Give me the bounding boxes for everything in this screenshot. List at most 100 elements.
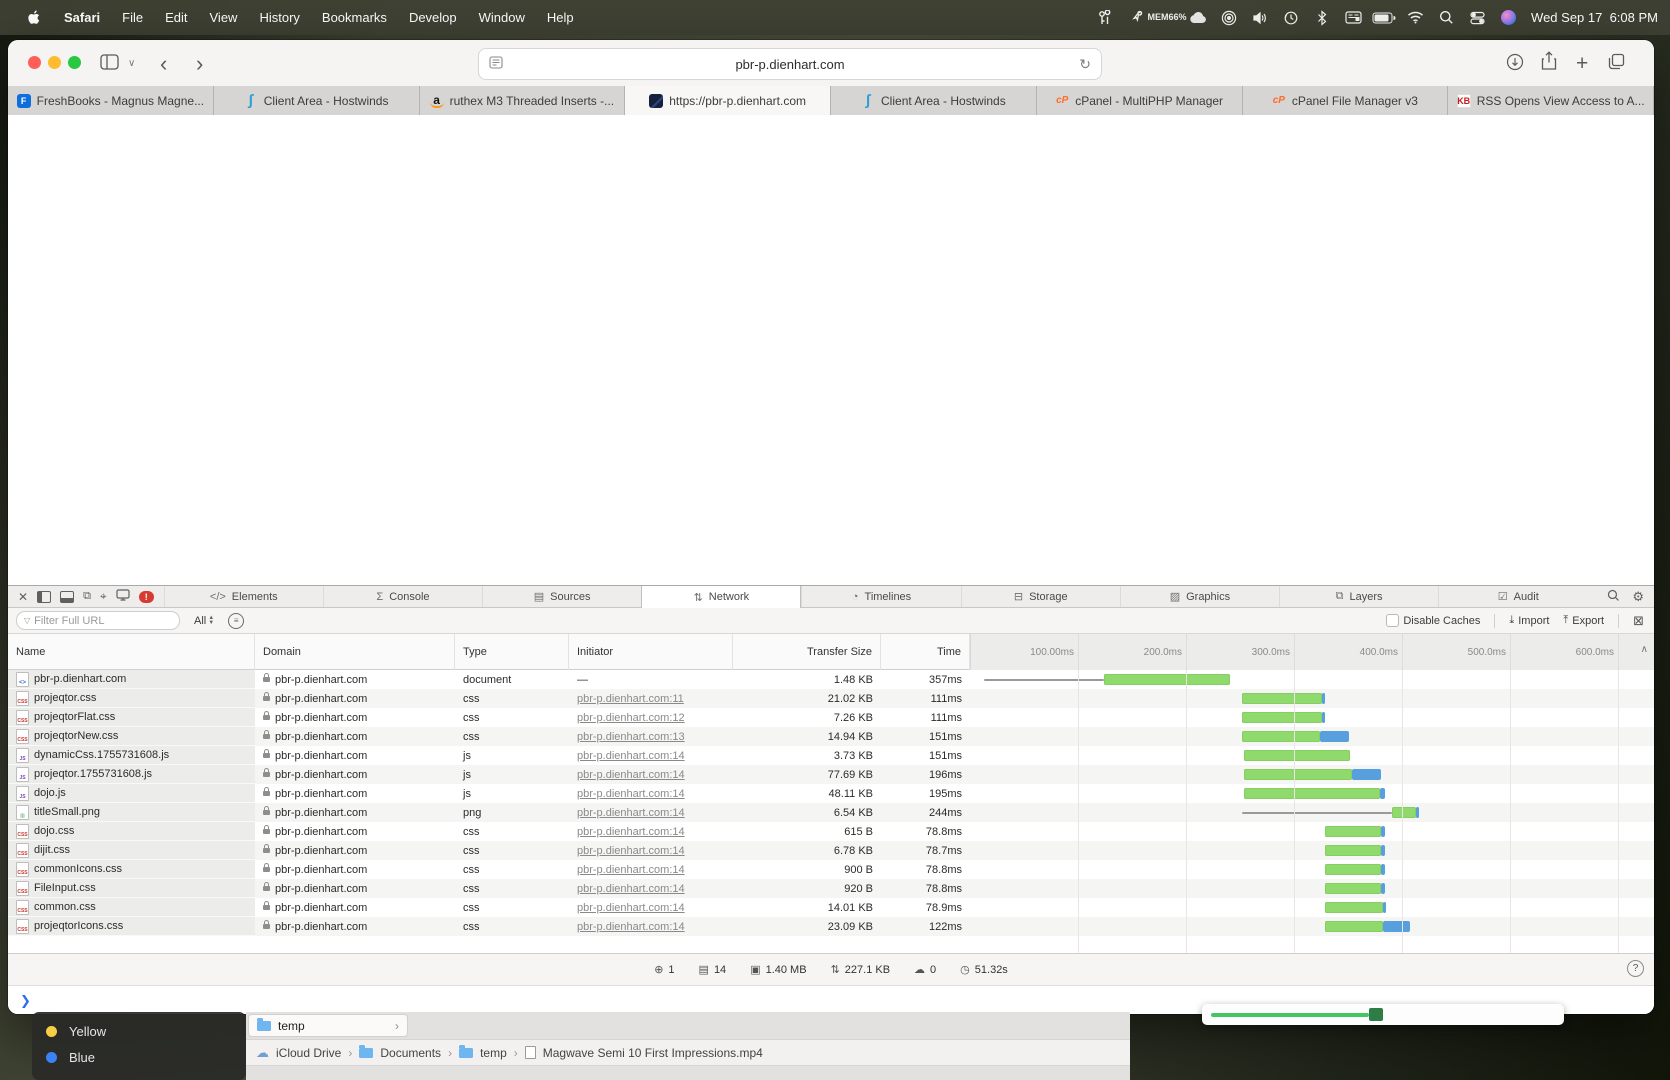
- inspector-settings-gear-icon[interactable]: ⚙: [1632, 589, 1644, 605]
- downloads-button[interactable]: [1506, 53, 1524, 71]
- address-bar[interactable]: pbr-p.dienhart.com ↻: [478, 48, 1102, 80]
- battery-icon[interactable]: [1372, 7, 1396, 29]
- breadcrumb-item[interactable]: iCloud Drive: [276, 1046, 341, 1060]
- memory-indicator[interactable]: MEM 66%: [1155, 7, 1179, 29]
- clear-network-icon[interactable]: ⊠: [1633, 613, 1644, 629]
- browser-tab-8[interactable]: KBRSS Opens View Access to A...: [1448, 86, 1654, 115]
- collapse-waterfall-icon[interactable]: ∧: [1641, 644, 1648, 655]
- column-header-domain[interactable]: Domain: [255, 634, 455, 670]
- export-button[interactable]: ⤒ Export: [1563, 614, 1604, 627]
- browser-tab-7[interactable]: cPcPanel File Manager v3: [1243, 86, 1449, 115]
- inspector-tab-storage[interactable]: ⊟Storage: [961, 586, 1120, 607]
- finder-folder-item[interactable]: temp ›: [248, 1014, 408, 1037]
- back-button[interactable]: ‹: [160, 51, 167, 77]
- keychain-icon[interactable]: [1093, 7, 1117, 29]
- network-row[interactable]: CSSprojeqtor.csspbr-p.dienhart.comcsspbr…: [8, 689, 1654, 708]
- browser-tab-4[interactable]: https://pbr-p.dienhart.com: [625, 86, 831, 115]
- network-row[interactable]: JSprojeqtor.1755731608.jspbr-p.dienhart.…: [8, 765, 1654, 784]
- window-minimize-button[interactable]: [48, 56, 61, 69]
- device-settings-icon[interactable]: [116, 589, 130, 604]
- network-row[interactable]: CSSprojeqtorFlat.csspbr-p.dienhart.comcs…: [8, 708, 1654, 727]
- window-close-button[interactable]: [28, 56, 41, 69]
- spotlight-icon[interactable]: [1434, 7, 1458, 29]
- network-row[interactable]: JSdojo.jspbr-p.dienhart.comjspbr-p.dienh…: [8, 784, 1654, 803]
- inspector-tab-audit[interactable]: ☑Audit: [1438, 586, 1597, 607]
- time-machine-icon[interactable]: [1279, 7, 1303, 29]
- disable-caches-checkbox[interactable]: [1386, 614, 1399, 627]
- initiator-link[interactable]: pbr-p.dienhart.com:14: [577, 750, 685, 762]
- menu-item-window[interactable]: Window: [468, 0, 536, 35]
- wifi-icon[interactable]: [1403, 7, 1427, 29]
- network-row[interactable]: <>pbr-p.dienhart.compbr-p.dienhart.comdo…: [8, 670, 1654, 689]
- bluetooth-icon[interactable]: [1310, 7, 1334, 29]
- menu-item-view[interactable]: View: [199, 0, 249, 35]
- browser-tab-5[interactable]: ∫Client Area - Hostwinds: [831, 86, 1037, 115]
- siri-icon[interactable]: [1496, 7, 1520, 29]
- disable-caches-toggle[interactable]: Disable Caches: [1386, 614, 1480, 627]
- issues-badge[interactable]: !: [139, 591, 154, 603]
- undock-icon[interactable]: ⧉: [83, 590, 91, 603]
- inspector-tab-elements[interactable]: </>Elements: [164, 586, 323, 607]
- browser-tab-2[interactable]: ∫Client Area - Hostwinds: [214, 86, 420, 115]
- element-picker-icon[interactable]: ⌖: [100, 589, 107, 604]
- tab-overview-button[interactable]: [1608, 53, 1625, 70]
- help-button[interactable]: ?: [1627, 960, 1644, 977]
- filter-options-icon[interactable]: ≡: [228, 613, 244, 629]
- resource-scope-select[interactable]: All ▲▼: [194, 615, 214, 627]
- inspector-tab-network[interactable]: ⇅Network: [641, 586, 801, 608]
- browser-tab-6[interactable]: cPcPanel - MultiPHP Manager: [1037, 86, 1243, 115]
- network-row[interactable]: CSSprojeqtorNew.csspbr-p.dienhart.comcss…: [8, 727, 1654, 746]
- initiator-link[interactable]: pbr-p.dienhart.com:14: [577, 902, 685, 914]
- inspector-tab-graphics[interactable]: ▨Graphics: [1120, 586, 1279, 607]
- menu-item-develop[interactable]: Develop: [398, 0, 468, 35]
- volume-icon[interactable]: [1248, 7, 1272, 29]
- initiator-link[interactable]: pbr-p.dienhart.com:11: [577, 693, 684, 705]
- forward-button[interactable]: ›: [196, 51, 203, 77]
- menu-item-edit[interactable]: Edit: [154, 0, 198, 35]
- share-button[interactable]: [1541, 51, 1557, 71]
- initiator-link[interactable]: pbr-p.dienhart.com:12: [577, 712, 685, 724]
- window-zoom-button[interactable]: [68, 56, 81, 69]
- initiator-link[interactable]: pbr-p.dienhart.com:13: [577, 731, 685, 743]
- dock-bottom-icon[interactable]: [60, 591, 74, 603]
- column-header-time[interactable]: Time: [881, 634, 970, 670]
- breadcrumb-item[interactable]: Documents: [380, 1046, 441, 1060]
- menu-item-history[interactable]: History: [248, 0, 310, 35]
- initiator-link[interactable]: pbr-p.dienhart.com:14: [577, 864, 685, 876]
- filter-url-input[interactable]: ▽ Filter Full URL: [16, 611, 180, 630]
- inspector-tab-timelines[interactable]: ◔Timelines: [801, 586, 960, 607]
- column-header-type[interactable]: Type: [455, 634, 569, 670]
- initiator-link[interactable]: pbr-p.dienhart.com:14: [577, 807, 685, 819]
- icloud-icon[interactable]: [1186, 7, 1210, 29]
- control-center-icon[interactable]: [1465, 7, 1489, 29]
- network-row[interactable]: CSSprojeqtorIcons.csspbr-p.dienhart.comc…: [8, 917, 1654, 936]
- menu-bar-clock[interactable]: Wed Sep 17 6:08 PM: [1531, 10, 1658, 25]
- menu-item-safari[interactable]: Safari: [53, 0, 111, 35]
- new-tab-button[interactable]: +: [1576, 52, 1588, 76]
- initiator-link[interactable]: pbr-p.dienhart.com:14: [577, 921, 685, 933]
- browser-tab-1[interactable]: FFreshBooks - Magnus Magne...: [8, 86, 214, 115]
- initiator-link[interactable]: pbr-p.dienhart.com:14: [577, 788, 685, 800]
- airdrop-icon[interactable]: [1217, 7, 1241, 29]
- inspector-tab-layers[interactable]: ⧉Layers: [1279, 586, 1438, 607]
- import-button[interactable]: ⤓ Import: [1509, 614, 1549, 627]
- initiator-link[interactable]: pbr-p.dienhart.com:14: [577, 883, 685, 895]
- column-header-transfer-size[interactable]: Transfer Size: [733, 634, 881, 670]
- menu-item-help[interactable]: Help: [536, 0, 585, 35]
- tag-menu-item-blue[interactable]: Blue: [46, 1050, 95, 1065]
- reload-icon[interactable]: ↻: [1079, 56, 1091, 73]
- column-header-initiator[interactable]: Initiator: [569, 634, 733, 670]
- inspector-tab-console[interactable]: ΣConsole: [323, 586, 482, 607]
- network-row[interactable]: JSdynamicCss.1755731608.jspbr-p.dienhart…: [8, 746, 1654, 765]
- sidebar-toggle-icon[interactable]: [100, 54, 119, 70]
- network-row[interactable]: ▥titleSmall.pngpbr-p.dienhart.compngpbr-…: [8, 803, 1654, 822]
- inspector-tab-sources[interactable]: ▤Sources: [482, 586, 641, 607]
- network-row[interactable]: CSSFileInput.csspbr-p.dienhart.comcsspbr…: [8, 879, 1654, 898]
- menu-item-bookmarks[interactable]: Bookmarks: [311, 0, 398, 35]
- column-header-name[interactable]: Name: [8, 634, 255, 670]
- location-icon[interactable]: [1124, 7, 1148, 29]
- network-row[interactable]: CSScommonIcons.csspbr-p.dienhart.comcssp…: [8, 860, 1654, 879]
- inspector-search-icon[interactable]: [1607, 589, 1620, 605]
- menu-item-file[interactable]: File: [111, 0, 154, 35]
- reader-icon[interactable]: [489, 56, 503, 72]
